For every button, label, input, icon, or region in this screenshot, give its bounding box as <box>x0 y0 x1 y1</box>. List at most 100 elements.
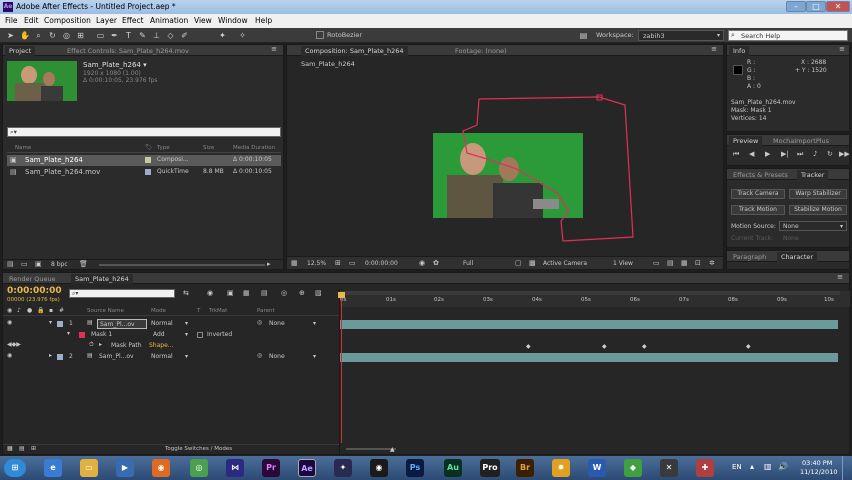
tab-project[interactable]: Project <box>5 46 36 56</box>
eye-icon[interactable]: ◉ <box>7 352 12 359</box>
bpc-toggle[interactable]: 8 bpc <box>51 261 68 268</box>
live-update-icon[interactable]: ◉ <box>207 289 213 297</box>
playhead-handle[interactable] <box>338 292 345 298</box>
stopwatch-icon[interactable]: ⏱ <box>89 341 94 349</box>
tab-character[interactable]: Character <box>777 252 818 262</box>
maximize-button[interactable]: □ <box>806 1 826 12</box>
ram-preview-icon[interactable]: ▶▶ <box>839 150 850 158</box>
tab-preview[interactable]: Preview <box>729 136 763 146</box>
mask-path-value[interactable]: Shape... <box>149 342 174 349</box>
menu-composition[interactable]: Composition <box>44 16 91 25</box>
layer-parent-dropdown[interactable]: None <box>269 353 285 360</box>
work-area-bar[interactable] <box>340 291 840 295</box>
rotobezier-checkbox[interactable] <box>316 31 324 39</box>
column-type[interactable]: Type <box>157 145 170 151</box>
misc-app-icon[interactable]: ✕ <box>660 459 678 477</box>
after-effects-icon[interactable]: Ae <box>298 459 316 477</box>
bridge-icon[interactable]: Br <box>516 459 534 477</box>
camera-dropdown[interactable]: Active Camera <box>543 260 587 267</box>
last-frame-icon[interactable]: ⏭ <box>797 150 803 159</box>
menu-layer[interactable]: Layer <box>96 16 117 25</box>
column-t[interactable]: T <box>197 308 200 314</box>
comp-viewer[interactable] <box>287 71 723 256</box>
selection-tool-icon[interactable]: ➤ <box>6 31 15 40</box>
scroll-right-icon[interactable]: ▸ <box>267 260 271 268</box>
panel-menu-icon[interactable]: ≡ <box>271 45 277 53</box>
tab-footage[interactable]: Footage: (none) <box>451 46 511 56</box>
track-camera-button[interactable]: Track Camera <box>731 189 785 199</box>
fast-preview-icon[interactable]: ▤ <box>667 259 674 267</box>
timeline-icon[interactable]: ▦ <box>681 259 688 267</box>
file-explorer-icon[interactable]: ▭ <box>80 459 98 477</box>
layer-mode-dropdown[interactable]: Normal <box>151 320 173 327</box>
tab-effects-presets[interactable]: Effects & Presets <box>729 170 792 180</box>
puppet-overlap-tool-icon[interactable]: ✧ <box>238 31 247 40</box>
transparency-grid-icon[interactable]: ▩ <box>529 259 536 267</box>
menu-file[interactable]: File <box>5 16 18 25</box>
mask-color-swatch[interactable] <box>79 332 85 338</box>
menu-edit[interactable]: Edit <box>24 16 39 25</box>
keyframe-icon[interactable]: ◆ <box>602 343 607 350</box>
misc-app-icon[interactable]: ✚ <box>696 459 714 477</box>
column-media-duration[interactable]: Media Duration <box>233 145 275 151</box>
motion-blur-icon[interactable]: ◎ <box>281 289 287 297</box>
loop-icon[interactable]: ↻ <box>827 150 833 158</box>
comp-timecode[interactable]: 0:00:00:00 <box>365 260 398 267</box>
language-indicator[interactable]: EN <box>732 463 742 471</box>
mask-row[interactable]: ▾ Mask 1 Add ▾ Inverted <box>3 330 339 340</box>
tray-arrow-icon[interactable]: ▴ <box>750 462 754 471</box>
menu-help[interactable]: Help <box>255 16 272 25</box>
next-frame-icon[interactable]: ▶| <box>781 150 789 158</box>
column-parent[interactable]: Parent <box>257 308 275 314</box>
magnification-dropdown[interactable]: 12.5% <box>307 260 326 267</box>
menu-window[interactable]: Window <box>218 16 248 25</box>
column-name[interactable]: Name <box>15 145 31 151</box>
transfer-controls-icon[interactable]: ▤ <box>19 445 25 452</box>
column-mode[interactable]: Mode <box>151 308 166 314</box>
previous-frame-icon[interactable]: ◀ <box>749 150 754 158</box>
timeline-timecode[interactable]: 0:00:00:00 <box>7 286 62 296</box>
timeline-zoom-slider[interactable]: ▲ <box>340 446 460 453</box>
pen-tool-icon[interactable]: ✒ <box>110 31 119 40</box>
play-icon[interactable]: ▶ <box>765 150 770 158</box>
eye-icon[interactable]: ◉ <box>7 319 12 326</box>
current-time-indicator[interactable] <box>341 293 342 443</box>
panel-menu-icon[interactable]: ≡ <box>839 45 845 53</box>
timeline-layer-row[interactable]: ◉ ▸ 2 ▤ Sam_Pl...ov Normal ▾ ◎ None ▾ <box>3 352 339 362</box>
eraser-tool-icon[interactable]: ◇ <box>166 31 175 40</box>
tab-paragraph[interactable]: Paragraph <box>729 252 770 262</box>
timeline-layer-row[interactable]: ◉ ▾ 1 ▤ Sam_Pl...ov Normal ▾ ◎ None ▾ <box>3 319 339 329</box>
zoom-handle-icon[interactable]: ▲ <box>390 446 395 453</box>
keyframe-icon[interactable]: ◆ <box>746 343 751 350</box>
first-frame-icon[interactable]: ⏮ <box>733 150 739 159</box>
view-layout-dropdown[interactable]: 1 View <box>613 260 633 267</box>
new-composition-icon[interactable]: ▣ <box>35 260 42 268</box>
photoshop-icon[interactable]: Ps <box>406 459 424 477</box>
frame-blending-icon[interactable]: ▤ <box>261 289 268 297</box>
flowchart-icon[interactable]: ⊡ <box>695 259 701 267</box>
project-item-name[interactable]: Sam_Plate_h264 ▾ <box>83 61 147 69</box>
tab-composition[interactable]: Composition: Sam_Plate_h264 <box>301 46 408 56</box>
pan-behind-tool-icon[interactable]: ⊞ <box>76 31 85 40</box>
close-button[interactable]: ✕ <box>826 1 850 12</box>
tab-tracker[interactable]: Tracker <box>797 170 829 180</box>
media-encoder-icon[interactable]: ⋈ <box>226 459 244 477</box>
timeline-search-input[interactable]: ⌕▾ <box>69 289 175 298</box>
layer-duration-bar[interactable] <box>340 353 838 362</box>
comp-mini-flowchart-icon[interactable]: ⇆ <box>183 289 189 297</box>
volume-icon[interactable]: 🔊 <box>778 462 788 471</box>
browser-app-icon[interactable]: ◆ <box>624 459 642 477</box>
expand-arrow-icon[interactable]: ▾ <box>67 330 70 337</box>
chrome-icon[interactable]: ◎ <box>190 459 208 477</box>
type-tool-icon[interactable]: T <box>124 31 133 40</box>
project-list-item[interactable]: ▤ Sam_Plate_h264.mov QuickTime 8.8 MB Δ … <box>7 167 281 178</box>
minimize-button[interactable]: – <box>786 1 806 12</box>
speedgrade-icon[interactable]: ◉ <box>370 459 388 477</box>
tab-effect-controls[interactable]: Effect Controls: Sam_Plate_h264.mov <box>63 46 193 56</box>
tab-render-queue[interactable]: Render Queue <box>5 274 60 284</box>
panel-menu-icon[interactable]: ≡ <box>837 273 843 281</box>
mask-visibility-icon[interactable]: ▭ <box>349 259 356 267</box>
stabilize-motion-button[interactable]: Stabilize Motion <box>789 205 847 215</box>
comp-subtab[interactable]: Sam_Plate_h264 <box>301 60 355 68</box>
mask-path-row[interactable]: ◀◆▶ ⏱ ▸ Mask Path Shape... <box>3 341 339 351</box>
